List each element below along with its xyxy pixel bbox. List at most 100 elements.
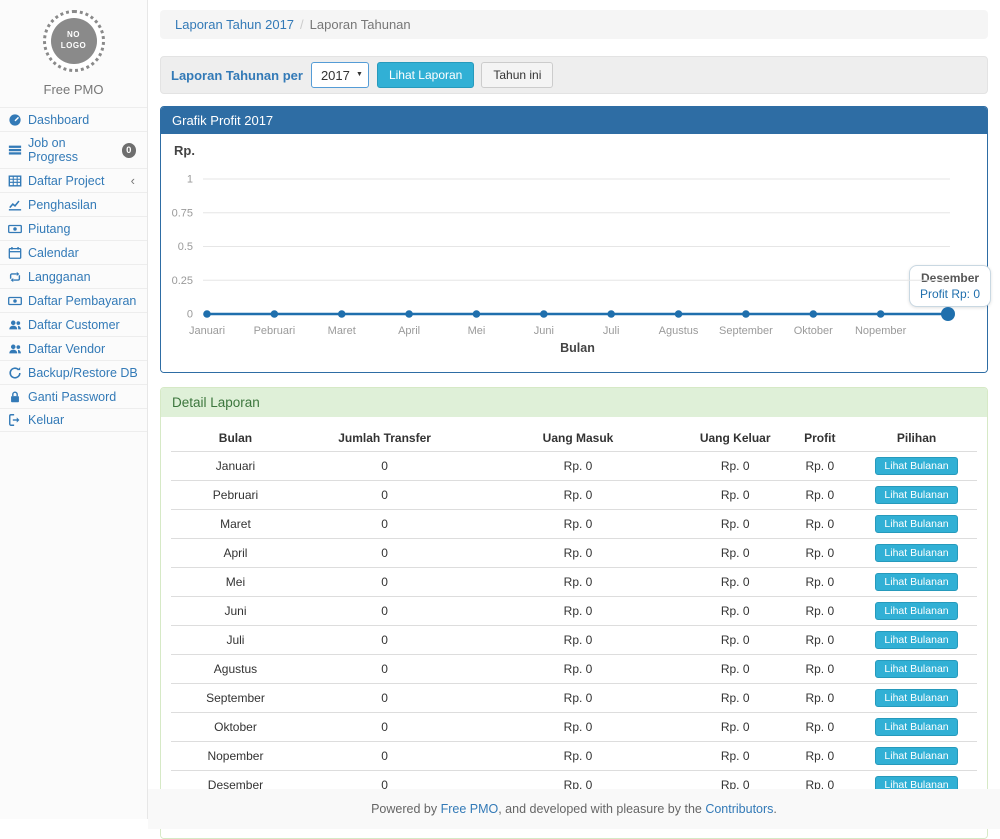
year-select-wrap: 2017 ▼ (311, 62, 369, 88)
cell-profit: Rp. 0 (784, 481, 857, 510)
sidebar-item-penghasilan[interactable]: Penghasilan (0, 192, 147, 216)
tahun-ini-button[interactable]: Tahun ini (481, 62, 553, 88)
sidebar-item-label: Daftar Pembayaran (28, 294, 136, 308)
detail-panel-title: Detail Laporan (161, 388, 987, 417)
sidebar-item-daftar-pembayaran[interactable]: Daftar Pembayaran (0, 288, 147, 312)
footer-text-prefix: Powered by (371, 802, 440, 816)
table-row-maret: Maret0Rp. 0Rp. 0Rp. 0Lihat Bulanan (171, 510, 977, 539)
data-point-september (742, 311, 750, 319)
column-header-profit: Profit (784, 425, 857, 452)
cell-uang-keluar: Rp. 0 (687, 510, 784, 539)
count-badge: 0 (122, 143, 136, 158)
sidebar-item-label: Penghasilan (28, 198, 97, 212)
lihat-bulanan-button[interactable]: Lihat Bulanan (875, 515, 957, 533)
column-header-bulan: Bulan (171, 425, 300, 452)
report-table: BulanJumlah TransferUang MasukUang Kelua… (171, 425, 977, 824)
sidebar-item-keluar[interactable]: Keluar (0, 408, 147, 432)
lihat-bulanan-button[interactable]: Lihat Bulanan (875, 486, 957, 504)
cell-pilihan: Lihat Bulanan (856, 481, 977, 510)
sidebar-item-label: Daftar Project (28, 174, 104, 188)
cell-profit: Rp. 0 (784, 539, 857, 568)
data-point-nopember (877, 311, 885, 319)
cell-uang-masuk: Rp. 0 (469, 510, 687, 539)
cell-pilihan: Lihat Bulanan (856, 713, 977, 742)
sidebar: NO LOGO Free PMO DashboardJob on Progres… (0, 0, 148, 819)
y-tick-label: 0.75 (172, 208, 193, 220)
cell-uang-masuk: Rp. 0 (469, 597, 687, 626)
sidebar-item-langganan[interactable]: Langganan (0, 264, 147, 288)
x-tick-label: Mei (468, 325, 486, 337)
lihat-laporan-button[interactable]: Lihat Laporan (377, 62, 474, 88)
sidebar-item-daftar-customer[interactable]: Daftar Customer (0, 312, 147, 336)
money-icon (8, 294, 22, 308)
lock-icon (8, 390, 22, 404)
cell-bulan: Maret (171, 510, 300, 539)
sidebar-item-ganti-password[interactable]: Ganti Password (0, 384, 147, 408)
sidebar-item-dashboard[interactable]: Dashboard (0, 107, 147, 131)
cell-bulan: Oktober (171, 713, 300, 742)
cell-profit: Rp. 0 (784, 713, 857, 742)
table-row-nopember: Nopember0Rp. 0Rp. 0Rp. 0Lihat Bulanan (171, 742, 977, 771)
data-point-agustus (675, 311, 683, 319)
cell-pilihan: Lihat Bulanan (856, 539, 977, 568)
cell-jumlah-transfer: 0 (300, 626, 469, 655)
breadcrumb-separator: / (300, 17, 304, 32)
x-tick-label: Januari (189, 325, 225, 337)
contributors-link[interactable]: Contributors (705, 802, 773, 816)
breadcrumb-link-laporan-tahun[interactable]: Laporan Tahun 2017 (175, 17, 294, 32)
cell-pilihan: Lihat Bulanan (856, 452, 977, 481)
sidebar-item-calendar[interactable]: Calendar (0, 240, 147, 264)
lihat-bulanan-button[interactable]: Lihat Bulanan (875, 457, 957, 475)
data-point-januari (203, 311, 211, 319)
lihat-bulanan-button[interactable]: Lihat Bulanan (875, 631, 957, 649)
table-icon (8, 174, 22, 188)
cell-uang-masuk: Rp. 0 (469, 539, 687, 568)
detail-table-wrap: BulanJumlah TransferUang MasukUang Kelua… (161, 417, 987, 838)
refresh-icon (8, 366, 22, 380)
year-select[interactable]: 2017 (311, 62, 369, 88)
main-content: Laporan Tahun 2017/Laporan Tahunan Lapor… (148, 10, 1000, 829)
lihat-bulanan-button[interactable]: Lihat Bulanan (875, 573, 957, 591)
cell-pilihan: Lihat Bulanan (856, 742, 977, 771)
sidebar-nav: Dashboard Job on Progress0Daftar Project‹… (0, 107, 147, 432)
cell-uang-masuk: Rp. 0 (469, 452, 687, 481)
profit-chart: Rp. Bulan Desember Profit Rp: 0 00.250.5… (161, 134, 987, 372)
cell-jumlah-transfer: 0 (300, 684, 469, 713)
cell-profit: Rp. 0 (784, 597, 857, 626)
lihat-bulanan-button[interactable]: Lihat Bulanan (875, 689, 957, 707)
sidebar-item-daftar-project[interactable]: Daftar Project‹ (0, 168, 147, 192)
lihat-bulanan-button[interactable]: Lihat Bulanan (875, 544, 957, 562)
sidebar-item-backup-restore-db[interactable]: Backup/Restore DB (0, 360, 147, 384)
data-point-oktober (809, 311, 817, 319)
chart-line-icon (8, 198, 22, 212)
sidebar-item-job-on-progress[interactable]: Job on Progress0 (0, 131, 147, 168)
cell-jumlah-transfer: 0 (300, 452, 469, 481)
sidebar-item-label: Keluar (28, 413, 64, 427)
cell-profit: Rp. 0 (784, 655, 857, 684)
sidebar-item-label: Dashboard (28, 113, 89, 127)
data-point-juli (607, 311, 615, 319)
cell-profit: Rp. 0 (784, 568, 857, 597)
cell-bulan: Mei (171, 568, 300, 597)
x-tick-label: April (398, 325, 420, 337)
sidebar-item-piutang[interactable]: Piutang (0, 216, 147, 240)
y-tick-label: 0.5 (178, 241, 193, 253)
sidebar-item-label: Ganti Password (28, 390, 116, 404)
cell-uang-masuk: Rp. 0 (469, 481, 687, 510)
x-tick-label: Juni (534, 325, 554, 337)
cell-bulan: April (171, 539, 300, 568)
cell-profit: Rp. 0 (784, 684, 857, 713)
free-pmo-link[interactable]: Free PMO (441, 802, 499, 816)
lihat-bulanan-button[interactable]: Lihat Bulanan (875, 747, 957, 765)
lihat-bulanan-button[interactable]: Lihat Bulanan (875, 602, 957, 620)
lihat-bulanan-button[interactable]: Lihat Bulanan (875, 718, 957, 736)
y-tick-label: 1 (187, 174, 193, 186)
cell-uang-keluar: Rp. 0 (687, 742, 784, 771)
column-header-pilihan: Pilihan (856, 425, 977, 452)
y-tick-label: 0.25 (172, 275, 193, 287)
cell-uang-masuk: Rp. 0 (469, 655, 687, 684)
column-header-uang-keluar: Uang Keluar (687, 425, 784, 452)
sidebar-item-daftar-vendor[interactable]: Daftar Vendor (0, 336, 147, 360)
footer: Powered by Free PMO, and developed with … (148, 789, 1000, 829)
lihat-bulanan-button[interactable]: Lihat Bulanan (875, 660, 957, 678)
